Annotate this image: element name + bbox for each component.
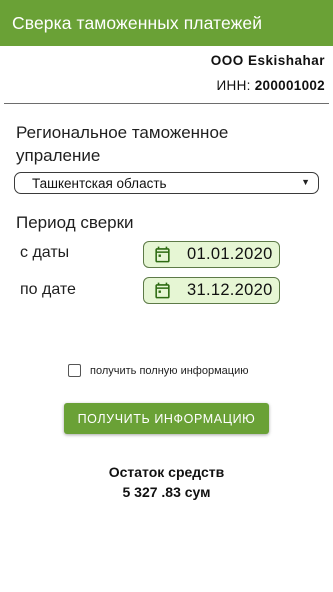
calendar-icon (155, 282, 170, 299)
period-label: Период сверки (16, 213, 134, 232)
balance-value: 5 327 .83 сум (122, 484, 211, 500)
get-info-button[interactable]: ПОЛУЧИТЬ ИНФОРМАЦИЮ (64, 403, 269, 434)
balance-label: Остаток средств (108, 464, 225, 480)
date-from-label: с даты (20, 244, 70, 261)
date-to-field[interactable]: 31.12.2020 (143, 277, 280, 304)
date-to-label: по дате (20, 281, 76, 298)
region-select[interactable]: Ташкентская область ▼ (14, 172, 319, 194)
app-screen: Сверка таможенных платежей ООО Eskishaha… (0, 0, 333, 592)
region-selected-value: Ташкентская область (32, 175, 167, 191)
date-to-value: 31.12.2020 (187, 281, 273, 299)
inn-value: 200001002 (254, 78, 325, 93)
region-label: Региональное таможенное упраление (16, 123, 229, 165)
date-from-value: 01.01.2020 (187, 245, 273, 263)
company-name: ООО Eskishahar (210, 53, 325, 68)
app-bar: Сверка таможенных платежей (0, 0, 333, 46)
triangle-down-icon: ▼ (301, 177, 310, 187)
inn-label: ИНН: (216, 78, 255, 93)
calendar-icon (155, 246, 170, 263)
inn-row: ИНН: 200001002 (217, 78, 325, 93)
full-info-checkbox-row[interactable]: получить полную информацию (68, 364, 248, 377)
date-from-field[interactable]: 01.01.2020 (143, 241, 280, 268)
full-info-checkbox[interactable] (68, 364, 81, 377)
full-info-label[interactable]: получить полную информацию (90, 365, 248, 377)
app-title: Сверка таможенных платежей (12, 12, 263, 33)
header-divider (4, 103, 329, 104)
